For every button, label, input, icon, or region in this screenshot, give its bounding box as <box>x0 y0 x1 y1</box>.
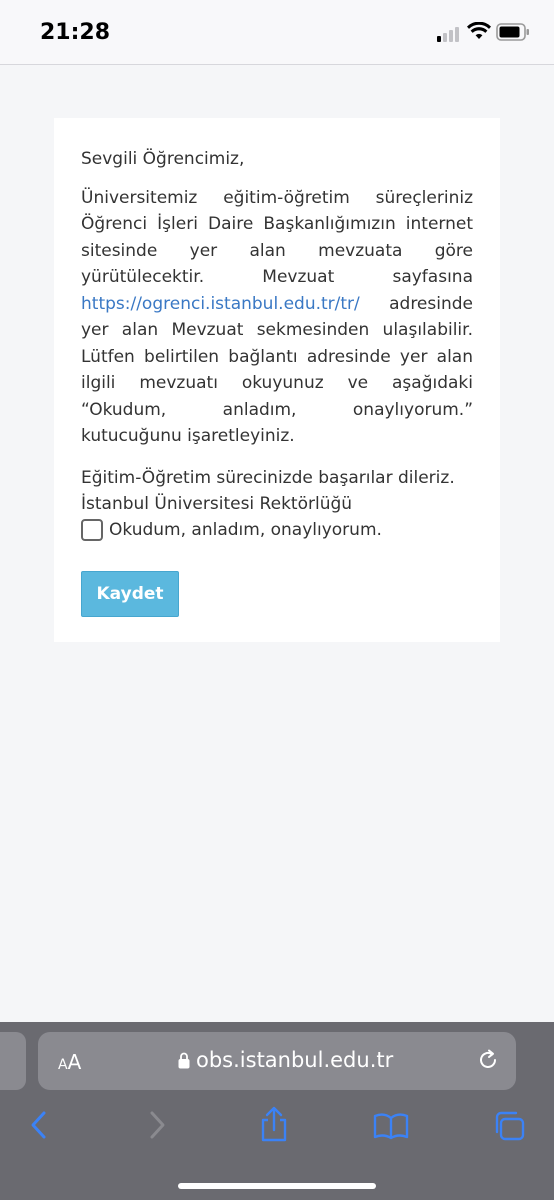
text-size-button[interactable]: AA <box>58 1050 81 1074</box>
consent-text: Sevgili Öğrencimiz, Üniversitemiz eğitim… <box>81 146 473 518</box>
browser-bottom-bar: AA obs.istanbul.edu.tr <box>0 1022 554 1200</box>
lock-icon <box>178 1052 190 1068</box>
consent-checkbox-row[interactable]: Okudum, anladım, onaylıyorum. <box>81 519 382 541</box>
url-display[interactable]: obs.istanbul.edu.tr <box>178 1048 393 1072</box>
previous-tab-preview[interactable] <box>0 1032 26 1090</box>
consent-checkbox-label: Okudum, anladım, onaylıyorum. <box>109 520 382 540</box>
wifi-icon <box>467 22 491 39</box>
status-bar: 21:28 <box>0 0 554 65</box>
consent-card: Sevgili Öğrencimiz, Üniversitemiz eğitim… <box>54 118 500 642</box>
regulation-link[interactable]: https://ogrenci.istanbul.edu.tr/tr/ <box>81 294 360 314</box>
info-paragraph: Üniversitemiz eğitim-öğretim süreçlerini… <box>81 185 473 450</box>
status-time: 21:28 <box>40 20 111 45</box>
info-paragraph-start: Üniversitemiz eğitim-öğretim süreçlerini… <box>81 187 473 288</box>
tabs-icon[interactable] <box>492 1110 526 1142</box>
url-text: obs.istanbul.edu.tr <box>196 1048 394 1072</box>
closing-line-1: Eğitim-Öğretim sürecinizde başarılar dil… <box>81 467 455 488</box>
bookmarks-icon[interactable] <box>373 1112 409 1140</box>
battery-icon <box>496 23 529 41</box>
address-bar[interactable]: AA obs.istanbul.edu.tr <box>38 1032 516 1090</box>
aa-big-glyph: A <box>67 1050 82 1074</box>
reload-icon[interactable] <box>476 1048 500 1072</box>
share-icon[interactable] <box>258 1106 290 1142</box>
forward-icon[interactable] <box>146 1108 168 1142</box>
consent-checkbox[interactable] <box>81 519 103 541</box>
closing-line-2: İstanbul Üniversitesi Rektörlüğü <box>81 494 353 514</box>
back-icon[interactable] <box>28 1108 50 1142</box>
aa-small-glyph: A <box>58 1057 68 1073</box>
greeting-text: Sevgili Öğrencimiz, <box>81 149 245 169</box>
home-indicator[interactable] <box>178 1183 376 1189</box>
info-paragraph-end: adresinde yer alan Mevzuat sekmesinden u… <box>81 293 473 447</box>
cellular-signal-icon <box>437 24 463 42</box>
save-button[interactable]: Kaydet <box>81 571 179 617</box>
